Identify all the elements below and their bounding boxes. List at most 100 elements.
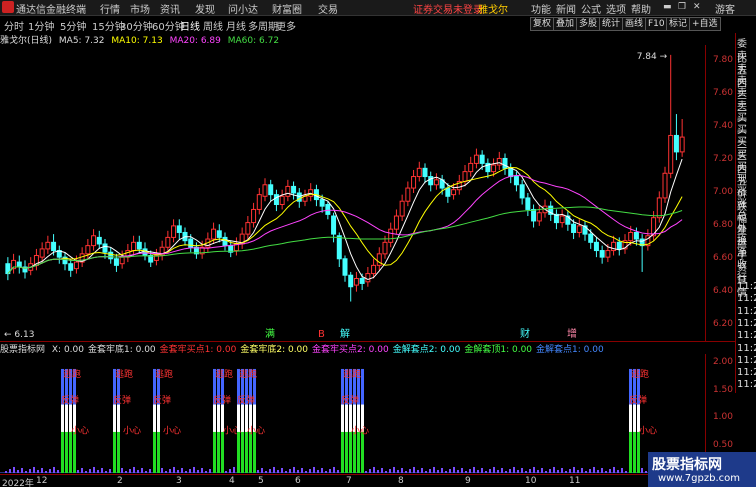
- candle: [285, 185, 291, 197]
- volume-bar: [205, 471, 207, 473]
- stock-name-top: 雅戈尔: [478, 5, 508, 16]
- volume-bar: [613, 467, 615, 473]
- candle: [422, 167, 428, 178]
- signal-bar-green: [217, 431, 220, 473]
- candle: [348, 274, 354, 288]
- volume-bar: [433, 467, 435, 473]
- escape-label: 逃跑: [215, 368, 233, 380]
- menu-help[interactable]: 帮助: [631, 1, 651, 16]
- candle: [479, 154, 485, 164]
- volume-bar: [161, 468, 163, 473]
- candle: [508, 167, 514, 178]
- tab-30min[interactable]: 30分钟: [120, 18, 153, 33]
- candle: [96, 236, 102, 245]
- close-icon[interactable]: ✕: [693, 2, 701, 12]
- menu-discover[interactable]: 发现: [195, 1, 215, 16]
- volume-bar: [41, 468, 43, 473]
- tab-intraday[interactable]: 分时: [4, 18, 24, 33]
- multi-stock-button[interactable]: 多股: [576, 17, 601, 31]
- volume-bar: [209, 469, 211, 473]
- overlay-button[interactable]: 叠加: [553, 17, 578, 31]
- adjust-button[interactable]: 复权: [530, 17, 555, 31]
- stats-button[interactable]: 统计: [599, 17, 624, 31]
- volume-bar: [81, 468, 83, 473]
- volume-bar: [461, 468, 463, 473]
- login-status[interactable]: 证券交易未登录: [413, 1, 483, 16]
- tab-weekly[interactable]: 周线: [203, 18, 223, 33]
- indicator-chart[interactable]: 逃跑反弹小心 逃跑反弹小心 逃跑反弹小心 逃跑反弹小心 逃跑反弹小心 逃跑反弹小心 逃跑反弹…: [0, 354, 705, 473]
- signal-bar-green: [637, 431, 640, 473]
- menu-market[interactable]: 市场: [130, 1, 150, 16]
- f10-button[interactable]: F10: [645, 17, 668, 31]
- menu-trade[interactable]: 交易: [318, 1, 338, 16]
- candle: [45, 241, 51, 250]
- minimize-icon[interactable]: ▬: [663, 2, 672, 12]
- candle: [393, 215, 399, 230]
- menu-newsright[interactable]: 新闻: [556, 1, 576, 16]
- indicator-tick: 2.00: [712, 357, 733, 368]
- menu-wenxiaoda[interactable]: 问小达: [228, 1, 258, 16]
- candle: [319, 199, 325, 207]
- candle: [131, 241, 137, 252]
- candle: [171, 225, 177, 238]
- candle: [222, 236, 228, 247]
- volume-bar: [609, 469, 611, 473]
- tab-1min[interactable]: 1分钟: [28, 18, 54, 33]
- rebound-label: 反弹: [153, 394, 171, 406]
- price-tick: 6.60: [712, 252, 733, 263]
- tab-multi[interactable]: 多周期: [248, 18, 278, 33]
- volume-bar: [501, 468, 503, 473]
- candle: [16, 261, 22, 268]
- tab-daily[interactable]: 日线: [180, 18, 200, 33]
- quote-field: 11:25: [737, 367, 756, 379]
- menu-news[interactable]: 资讯: [160, 1, 180, 16]
- quote-field: 11:25: [737, 305, 756, 317]
- menu-function[interactable]: 功能: [531, 1, 551, 16]
- rebound-label: 反弹: [237, 394, 255, 406]
- volume-bar: [397, 470, 399, 473]
- volume-bar: [109, 469, 111, 473]
- user-label[interactable]: 游客: [715, 1, 735, 16]
- maximize-icon[interactable]: ❐: [678, 2, 686, 12]
- tab-monthly[interactable]: 月线: [226, 18, 246, 33]
- candle: [679, 136, 685, 153]
- candle: [331, 215, 337, 235]
- candlestick-chart[interactable]: 7.84 → ← 6.13 满 B 解 财 增: [0, 45, 705, 341]
- candle: [342, 258, 348, 276]
- volume-bar: [201, 468, 203, 473]
- volume-bar: [421, 468, 423, 473]
- volume-bar: [497, 470, 499, 473]
- signal-bar-green: [73, 431, 76, 473]
- menu-quotes[interactable]: 行情: [100, 1, 120, 16]
- candle: [382, 241, 388, 255]
- volume-bar: [329, 469, 331, 473]
- volume-bar: [197, 470, 199, 473]
- candle: [245, 222, 251, 235]
- menu-wealth[interactable]: 财富圈: [272, 1, 302, 16]
- date-tick: 10: [525, 476, 537, 486]
- tab-more[interactable]: 更多: [276, 18, 296, 33]
- volume-bar: [225, 471, 227, 473]
- add-watchlist-button[interactable]: +自选: [689, 17, 721, 31]
- candle: [51, 241, 57, 252]
- menu-options[interactable]: 选项: [606, 1, 626, 16]
- escape-label: 逃跑: [63, 368, 81, 380]
- candle: [473, 154, 479, 164]
- signal-bar-green: [113, 431, 116, 473]
- volume-bar: [317, 470, 319, 473]
- volume-bar: [297, 470, 299, 473]
- volume-bar: [605, 471, 607, 473]
- mark-button[interactable]: 标记: [666, 17, 691, 31]
- price-tick: 7.60: [712, 88, 733, 99]
- candle: [113, 258, 119, 266]
- volume-bar: [621, 468, 623, 473]
- volume-bar: [277, 470, 279, 473]
- draw-line-button[interactable]: 画线: [622, 17, 647, 31]
- volume-bar: [49, 469, 51, 473]
- volume-bar: [513, 467, 515, 473]
- tab-5min[interactable]: 5分钟: [60, 18, 86, 33]
- signal-bar-green: [349, 431, 352, 473]
- menu-formula[interactable]: 公式: [581, 1, 601, 16]
- volume-bar: [229, 469, 231, 473]
- volume-bar: [133, 467, 135, 473]
